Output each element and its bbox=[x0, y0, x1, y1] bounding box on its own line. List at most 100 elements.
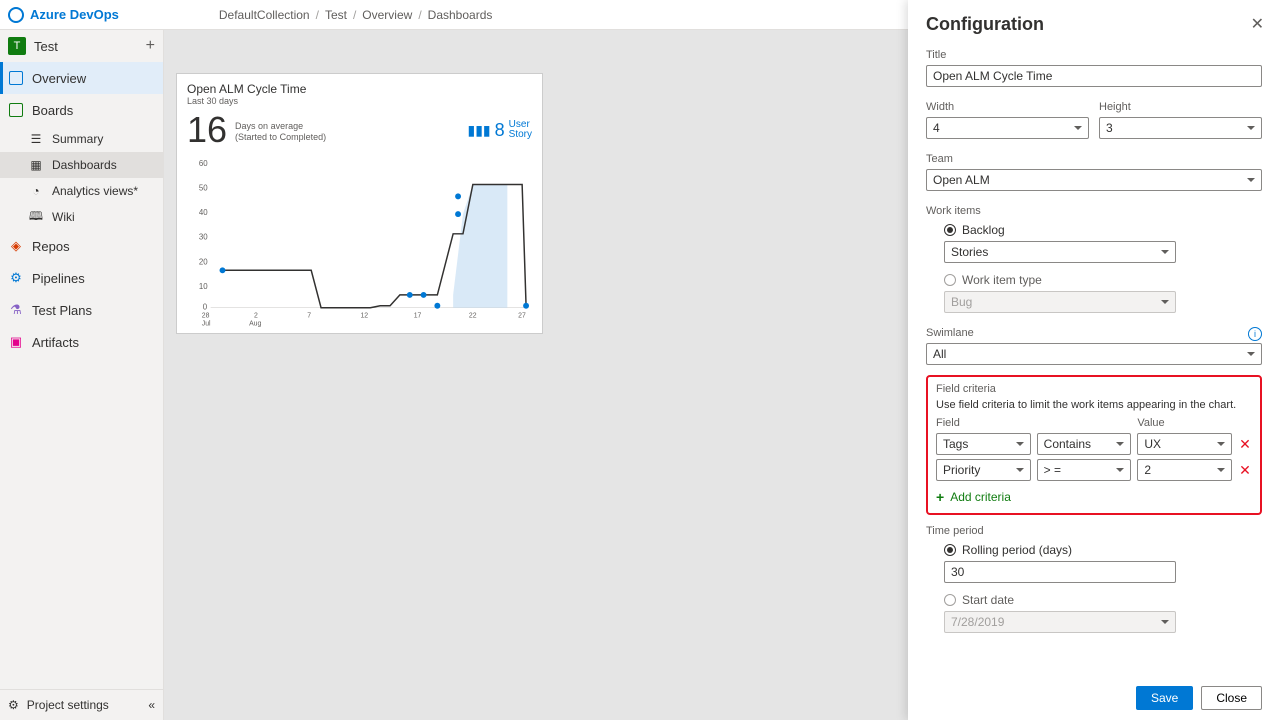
repos-icon: ◈ bbox=[8, 238, 24, 254]
sidebar-item-summary[interactable]: ☰ Summary bbox=[0, 126, 163, 152]
sidebar-item-artifacts[interactable]: ▣ Artifacts bbox=[0, 326, 163, 358]
criteria-field-select[interactable]: Tags bbox=[936, 433, 1031, 455]
summary-icon: ☰ bbox=[28, 131, 44, 147]
svg-text:50: 50 bbox=[199, 183, 208, 192]
label-title: Title bbox=[926, 49, 1262, 61]
svg-text:20: 20 bbox=[199, 257, 208, 266]
configuration-panel: Configuration ✕ Title Open ALM Cycle Tim… bbox=[908, 0, 1280, 720]
width-select[interactable]: 4 bbox=[926, 117, 1089, 139]
project-name: Test bbox=[34, 39, 138, 54]
cycle-time-chart: 60 50 40 30 20 10 0 bbox=[187, 152, 532, 332]
svg-text:60: 60 bbox=[199, 159, 208, 168]
breadcrumb-separator: / bbox=[418, 8, 421, 22]
add-criteria-button[interactable]: + Add criteria bbox=[936, 489, 1252, 505]
wiki-icon: 🕮 bbox=[28, 209, 44, 225]
artifacts-icon: ▣ bbox=[8, 334, 24, 350]
sidebar: T Test + Overview Boards ☰ Summary ▦ Das… bbox=[0, 30, 164, 720]
criteria-field-select[interactable]: Priority bbox=[936, 459, 1031, 481]
add-project-icon[interactable]: + bbox=[146, 37, 155, 55]
sidebar-item-label: Repos bbox=[32, 239, 70, 254]
sidebar-item-label: Artifacts bbox=[32, 335, 79, 350]
gear-icon: ⚙ bbox=[8, 698, 19, 712]
criteria-value-select[interactable]: 2 bbox=[1137, 459, 1232, 481]
criteria-op-select[interactable]: Contains bbox=[1037, 433, 1132, 455]
criteria-row: Priority > = 2 ✕ bbox=[936, 459, 1252, 481]
breadcrumb-separator: / bbox=[353, 8, 356, 22]
cycle-time-widget[interactable]: Open ALM Cycle Time Last 30 days 16 Days… bbox=[176, 73, 543, 334]
breadcrumb: DefaultCollection / Test / Overview / Da… bbox=[219, 8, 493, 22]
widget-stats: 16 Days on average (Started to Completed… bbox=[187, 112, 532, 148]
breadcrumb-item[interactable]: DefaultCollection bbox=[219, 8, 310, 22]
svg-text:12: 12 bbox=[360, 313, 368, 320]
breadcrumb-item[interactable]: Dashboards bbox=[428, 8, 493, 22]
azure-devops-logo-icon bbox=[8, 7, 24, 23]
sidebar-item-label: Test Plans bbox=[32, 303, 92, 318]
label-field: Field bbox=[936, 417, 1031, 429]
breadcrumb-item[interactable]: Test bbox=[325, 8, 347, 22]
sidebar-item-test-plans[interactable]: ⚗ Test Plans bbox=[0, 294, 163, 326]
radio-unchecked-icon bbox=[944, 594, 956, 606]
svg-text:30: 30 bbox=[199, 233, 208, 242]
collapse-sidebar-icon[interactable]: « bbox=[148, 698, 155, 712]
label-value: Value bbox=[1137, 417, 1232, 429]
svg-text:40: 40 bbox=[199, 208, 208, 217]
test-plans-icon: ⚗ bbox=[8, 302, 24, 318]
breadcrumb-separator: / bbox=[316, 8, 319, 22]
sidebar-item-label: Boards bbox=[32, 103, 73, 118]
remove-criteria-icon[interactable]: ✕ bbox=[1238, 462, 1252, 479]
swimlane-select[interactable]: All bbox=[926, 343, 1262, 365]
radio-checked-icon bbox=[944, 544, 956, 556]
criteria-row: Tags Contains UX ✕ bbox=[936, 433, 1252, 455]
panel-footer: Save Close bbox=[1136, 686, 1262, 710]
criteria-help: Use field criteria to limit the work ite… bbox=[936, 399, 1252, 411]
breadcrumb-item[interactable]: Overview bbox=[362, 8, 412, 22]
label-team: Team bbox=[926, 153, 1262, 165]
svg-text:22: 22 bbox=[469, 313, 477, 320]
project-settings[interactable]: ⚙ Project settings « bbox=[0, 690, 163, 720]
sidebar-item-label: Project settings bbox=[27, 698, 109, 712]
radio-work-item-type[interactable]: Work item type bbox=[944, 273, 1262, 287]
sidebar-item-overview[interactable]: Overview bbox=[0, 62, 163, 94]
widget-subtitle: Last 30 days bbox=[187, 96, 532, 106]
project-selector[interactable]: T Test + bbox=[0, 30, 163, 62]
label-work-items: Work items bbox=[926, 205, 1262, 217]
close-icon[interactable]: ✕ bbox=[1251, 14, 1264, 34]
radio-rolling[interactable]: Rolling period (days) bbox=[944, 543, 1262, 557]
sidebar-item-boards[interactable]: Boards bbox=[0, 94, 163, 126]
plus-icon: + bbox=[936, 489, 944, 505]
label-width: Width bbox=[926, 101, 1089, 113]
criteria-value-select[interactable]: UX bbox=[1137, 433, 1232, 455]
label-time-period: Time period bbox=[926, 525, 1262, 537]
svg-text:Aug: Aug bbox=[249, 320, 261, 327]
title-input[interactable]: Open ALM Cycle Time bbox=[926, 65, 1262, 87]
start-date-input: 7/28/2019 bbox=[944, 611, 1176, 633]
radio-unchecked-icon bbox=[944, 274, 956, 286]
team-select[interactable]: Open ALM bbox=[926, 169, 1262, 191]
save-button[interactable]: Save bbox=[1136, 686, 1193, 710]
sidebar-item-pipelines[interactable]: ⚙ Pipelines bbox=[0, 262, 163, 294]
brand: Azure DevOps bbox=[30, 7, 119, 22]
sidebar-item-wiki[interactable]: 🕮 Wiki bbox=[0, 204, 163, 230]
remove-criteria-icon[interactable]: ✕ bbox=[1238, 436, 1252, 453]
svg-text:0: 0 bbox=[203, 303, 208, 312]
sidebar-item-repos[interactable]: ◈ Repos bbox=[0, 230, 163, 262]
widget-stat-label: Days on average (Started to Completed) bbox=[235, 121, 326, 143]
backlog-select[interactable]: Stories bbox=[944, 241, 1176, 263]
radio-start-date[interactable]: Start date bbox=[944, 593, 1262, 607]
height-select[interactable]: 3 bbox=[1099, 117, 1262, 139]
svg-text:7: 7 bbox=[307, 313, 311, 320]
work-item-type-select: Bug bbox=[944, 291, 1176, 313]
radio-backlog[interactable]: Backlog bbox=[944, 223, 1262, 237]
close-button[interactable]: Close bbox=[1201, 686, 1262, 710]
criteria-op-select[interactable]: > = bbox=[1037, 459, 1132, 481]
rolling-days-input[interactable]: 30 bbox=[944, 561, 1176, 583]
help-icon[interactable]: i bbox=[1248, 327, 1262, 341]
sidebar-item-label: Dashboards bbox=[52, 158, 117, 172]
sidebar-item-label: Pipelines bbox=[32, 271, 85, 286]
dashboards-icon: ▦ bbox=[28, 157, 44, 173]
sidebar-item-analytics[interactable]: ◔ Analytics views* bbox=[0, 178, 163, 204]
field-criteria-box: Field criteria Use field criteria to lim… bbox=[926, 375, 1262, 515]
legend-count: 8 bbox=[495, 120, 505, 141]
svg-text:2: 2 bbox=[254, 313, 258, 320]
sidebar-item-dashboards[interactable]: ▦ Dashboards bbox=[0, 152, 163, 178]
